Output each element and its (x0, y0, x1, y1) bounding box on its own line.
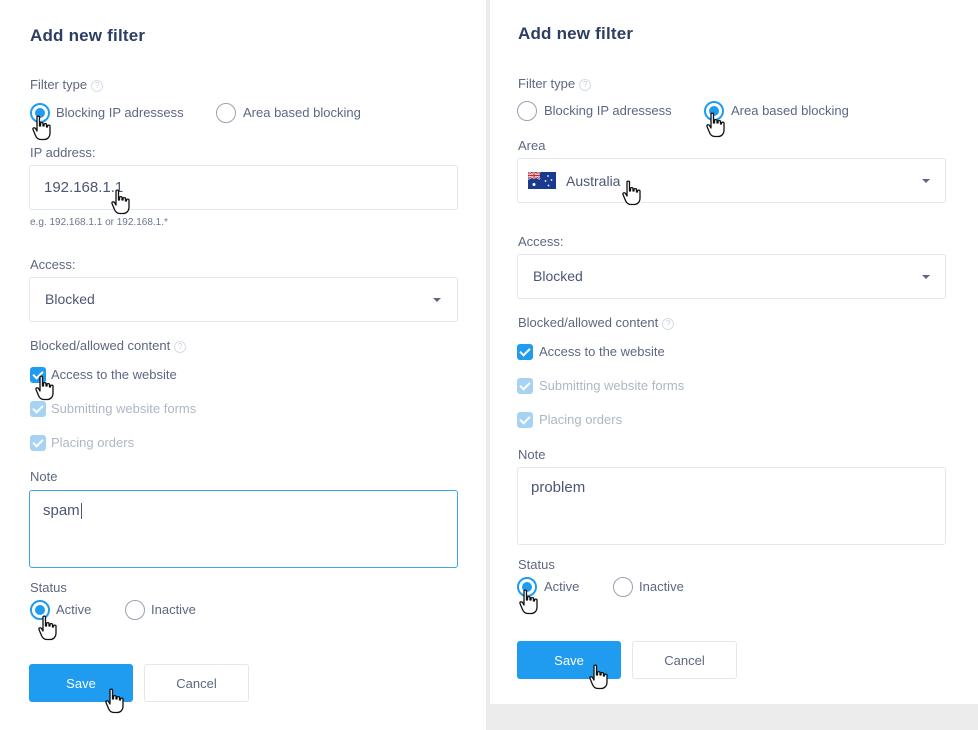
checkbox-submitting-forms (517, 378, 533, 394)
checkbox-access-website-label[interactable]: Access to the website (539, 344, 665, 359)
form-title: Add new filter (30, 26, 146, 45)
ip-address-hint: e.g. 192.168.1.1 or 192.168.1.* (30, 217, 168, 228)
save-button[interactable]: Save (29, 664, 133, 702)
radio-area-based-label[interactable]: Area based blocking (243, 105, 361, 120)
cancel-button[interactable]: Cancel (144, 664, 249, 702)
checkbox-submitting-forms-label: Submitting website forms (51, 401, 197, 416)
radio-status-inactive[interactable] (125, 600, 145, 620)
checkbox-placing-orders (30, 435, 46, 451)
status-label: Status (30, 580, 67, 595)
radio-status-active-label[interactable]: Active (544, 579, 579, 594)
help-icon[interactable]: ? (579, 78, 592, 91)
checkbox-access-website[interactable] (517, 344, 533, 360)
add-filter-form-left: Add new filter Filter type? Blocking IP … (0, 0, 486, 730)
radio-area-based[interactable] (216, 103, 236, 123)
checkbox-placing-orders (517, 412, 533, 428)
checkbox-placing-orders-label: Placing orders (51, 435, 135, 450)
note-text: spam (43, 502, 80, 519)
checkbox-submitting-forms (30, 401, 46, 417)
ip-address-label: IP address: (30, 145, 96, 160)
ip-address-input[interactable]: 192.168.1.1 (29, 165, 458, 210)
access-label: Access: (30, 257, 76, 272)
caret-down-icon (922, 179, 930, 183)
checkbox-submitting-forms-label: Submitting website forms (539, 378, 685, 393)
radio-status-inactive-label[interactable]: Inactive (151, 602, 196, 617)
radio-area-based[interactable] (704, 101, 724, 121)
access-value: Blocked (533, 268, 583, 284)
checkbox-access-website[interactable] (30, 367, 46, 383)
save-button[interactable]: Save (517, 641, 621, 679)
help-icon[interactable]: ? (91, 79, 104, 92)
australia-flag-icon (528, 172, 556, 189)
radio-status-inactive[interactable] (613, 577, 633, 597)
radio-status-active-label[interactable]: Active (56, 602, 91, 617)
add-filter-form-right: Add new filter Filter type? Blocking IP … (490, 0, 978, 704)
help-icon[interactable]: ? (662, 317, 675, 330)
help-icon[interactable]: ? (174, 340, 187, 353)
note-textarea[interactable]: problem (517, 467, 946, 545)
cancel-button[interactable]: Cancel (632, 641, 737, 679)
ip-address-value: 192.168.1.1 (44, 179, 124, 196)
area-select[interactable]: Australia (517, 158, 946, 203)
radio-blocking-ip[interactable] (517, 101, 537, 121)
radio-blocking-ip[interactable] (30, 103, 50, 123)
access-select[interactable]: Blocked (517, 254, 946, 299)
radio-area-based-label[interactable]: Area based blocking (731, 103, 849, 118)
content-label: Blocked/allowed content? (518, 315, 675, 330)
radio-blocking-ip-label[interactable]: Blocking IP adressess (544, 103, 672, 118)
form-title: Add new filter (518, 24, 634, 43)
access-select[interactable]: Blocked (29, 277, 458, 322)
content-label-text: Blocked/allowed content (518, 315, 659, 330)
text-caret (80, 503, 82, 520)
note-label: Note (30, 469, 58, 484)
radio-status-inactive-label[interactable]: Inactive (639, 579, 684, 594)
checkbox-access-website-label[interactable]: Access to the website (51, 367, 177, 382)
note-value: spam (43, 502, 82, 520)
caret-down-icon (433, 298, 441, 302)
radio-status-active[interactable] (30, 600, 50, 620)
caret-down-icon (922, 275, 930, 279)
access-label: Access: (518, 234, 564, 249)
filter-type-label: Filter type? (518, 76, 592, 91)
note-value: problem (531, 479, 586, 496)
radio-status-active[interactable] (517, 577, 537, 597)
content-label-text: Blocked/allowed content (30, 338, 171, 353)
status-label: Status (518, 557, 555, 572)
area-value: Australia (566, 173, 621, 189)
radio-blocking-ip-label[interactable]: Blocking IP adressess (56, 105, 184, 120)
checkbox-placing-orders-label: Placing orders (539, 412, 623, 427)
area-label: Area (518, 138, 546, 153)
filter-type-label: Filter type? (30, 77, 104, 92)
filter-type-label-text: Filter type (30, 77, 88, 92)
note-label: Note (518, 447, 546, 462)
filter-type-label-text: Filter type (518, 76, 576, 91)
access-value: Blocked (45, 291, 95, 307)
note-textarea[interactable]: spam (29, 490, 458, 568)
content-label: Blocked/allowed content? (30, 338, 187, 353)
